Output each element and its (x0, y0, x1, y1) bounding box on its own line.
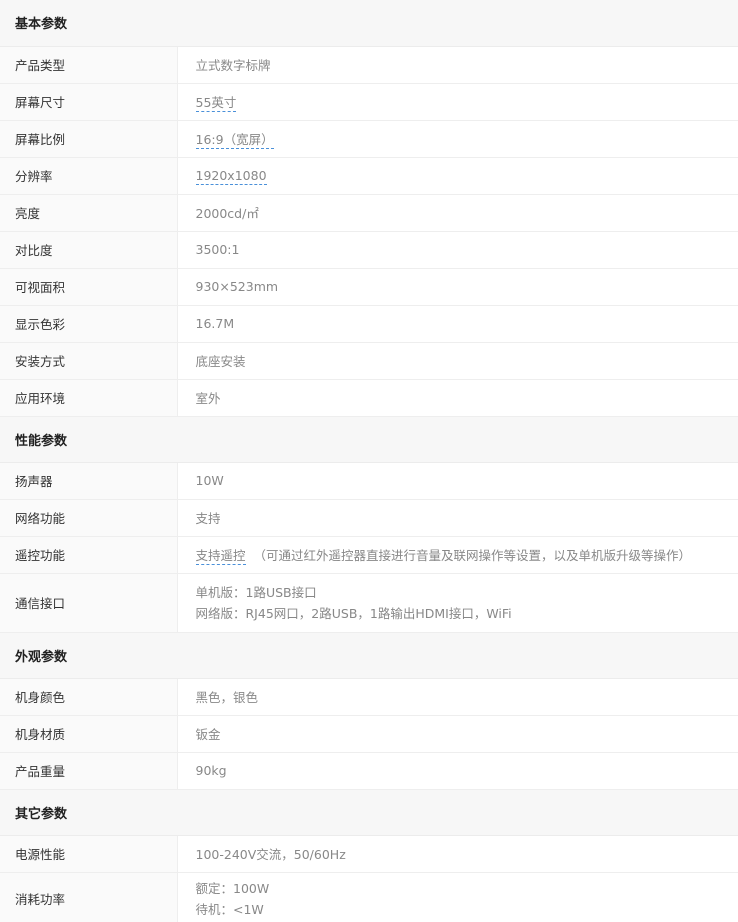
spec-label: 安装方式 (0, 342, 178, 380)
spec-row-body-material: 机身材质 钣金 (0, 715, 738, 753)
section-title: 其它参数 (0, 789, 738, 836)
spec-label: 通信接口 (0, 573, 178, 633)
section-title: 外观参数 (0, 632, 738, 679)
spec-row-aspect-ratio: 屏幕比例 16:9（宽屏） (0, 120, 738, 158)
spec-row-power-consumption: 消耗功率 额定：100W 待机：<1W (0, 872, 738, 922)
spec-label: 机身材质 (0, 715, 178, 753)
spec-value: 钣金 (177, 715, 738, 753)
spec-value: 3500:1 (177, 231, 738, 269)
interface-line: 网络版：RJ45网口，2路USB，1路输出HDMI接口，WiFi (195, 605, 512, 621)
spec-label: 产品重量 (0, 752, 178, 790)
spec-row-remote: 遥控功能 支持遥控 （可通过红外遥控器直接进行音量及联网操作等设置，以及单机版升级… (0, 536, 738, 574)
spec-row-environment: 应用环境 室外 (0, 379, 738, 417)
spec-label: 显示色彩 (0, 305, 178, 343)
spec-value: 90kg (177, 752, 738, 790)
spec-row-contrast: 对比度 3500:1 (0, 231, 738, 269)
section-other: 其它参数 (0, 789, 738, 836)
spec-label: 亮度 (0, 194, 178, 232)
spec-label: 扬声器 (0, 462, 178, 500)
spec-row-product-type: 产品类型 立式数字标牌 (0, 46, 738, 84)
spec-value: 100-240V交流，50/60Hz (177, 835, 738, 873)
spec-label: 可视面积 (0, 268, 178, 306)
spec-row-screen-size: 屏幕尺寸 55英寸 (0, 83, 738, 121)
spec-value: 黑色，银色 (177, 678, 738, 716)
spec-row-resolution: 分辨率 1920x1080 (0, 157, 738, 195)
spec-row-body-color: 机身颜色 黑色，银色 (0, 678, 738, 716)
remote-control-note: （可通过红外遥控器直接进行音量及联网操作等设置，以及单机版升级等操作） (253, 548, 692, 563)
spec-label: 对比度 (0, 231, 178, 269)
spec-label: 网络功能 (0, 499, 178, 537)
section-basic: 基本参数 (0, 0, 738, 47)
spec-value: 930×523mm (177, 268, 738, 306)
spec-row-network: 网络功能 支持 (0, 499, 738, 537)
section-title: 性能参数 (0, 416, 738, 463)
spec-label: 应用环境 (0, 379, 178, 417)
spec-row-display-color: 显示色彩 16.7M (0, 305, 738, 343)
power-line: 额定：100W (195, 880, 270, 896)
section-performance: 性能参数 (0, 416, 738, 463)
spec-value: 10W (177, 462, 738, 500)
spec-row-interfaces: 通信接口 单机版：1路USB接口 网络版：RJ45网口，2路USB，1路输出HD… (0, 573, 738, 633)
spec-row-installation: 安装方式 底座安装 (0, 342, 738, 380)
spec-value: 室外 (177, 379, 738, 417)
power-line: 待机：<1W (195, 901, 264, 917)
spec-label: 机身颜色 (0, 678, 178, 716)
spec-value: 支持 (177, 499, 738, 537)
screen-size-link[interactable]: 55英寸 (195, 95, 237, 112)
section-appearance: 外观参数 (0, 632, 738, 679)
spec-label: 屏幕比例 (0, 120, 178, 158)
spec-row-weight: 产品重量 90kg (0, 752, 738, 790)
spec-value: 16.7M (177, 305, 738, 343)
aspect-ratio-link[interactable]: 16:9（宽屏） (195, 132, 274, 149)
spec-label: 产品类型 (0, 46, 178, 84)
interface-line: 单机版：1路USB接口 (195, 584, 317, 600)
spec-row-speaker: 扬声器 10W (0, 462, 738, 500)
spec-label: 消耗功率 (0, 872, 178, 922)
spec-row-brightness: 亮度 2000cd/㎡ (0, 194, 738, 232)
section-title: 基本参数 (0, 0, 738, 47)
spec-row-visible-area: 可视面积 930×523mm (0, 268, 738, 306)
spec-label: 屏幕尺寸 (0, 83, 178, 121)
spec-label: 分辨率 (0, 157, 178, 195)
spec-value: 立式数字标牌 (177, 46, 738, 84)
remote-control-link[interactable]: 支持遥控 (195, 548, 246, 565)
spec-value: 2000cd/㎡ (177, 194, 738, 232)
spec-table: 基本参数 产品类型 立式数字标牌 屏幕尺寸 55英寸 屏幕比例 16:9（宽屏）… (0, 0, 738, 922)
resolution-link[interactable]: 1920x1080 (195, 168, 267, 185)
spec-label: 遥控功能 (0, 536, 178, 574)
spec-label: 电源性能 (0, 835, 178, 873)
spec-row-power-spec: 电源性能 100-240V交流，50/60Hz (0, 835, 738, 873)
spec-value: 底座安装 (177, 342, 738, 380)
